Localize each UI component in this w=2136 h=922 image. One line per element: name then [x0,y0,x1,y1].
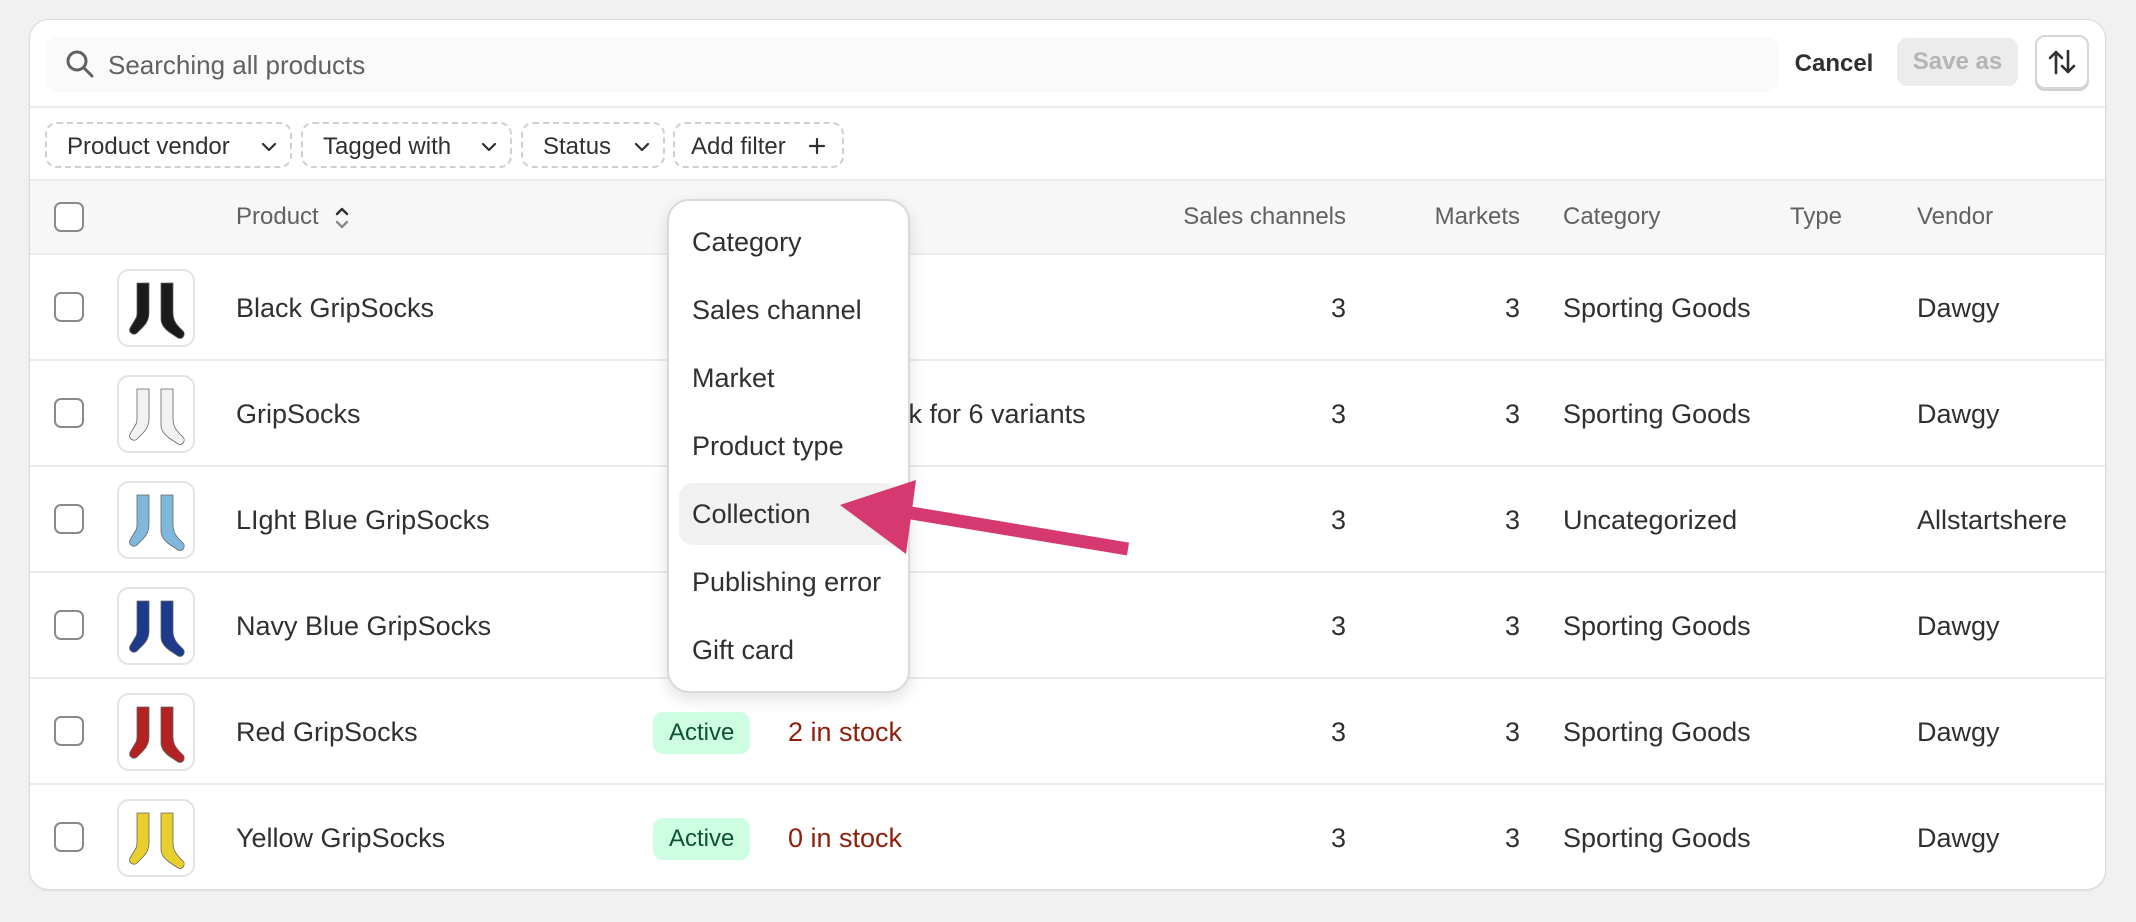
markets-count: 3 [1504,505,1520,535]
category-text: Sporting Goods [1563,717,1751,747]
product-name[interactable]: LIght Blue GripSocks [236,467,490,573]
sock-icon [129,600,185,657]
filter-status[interactable]: Status [521,122,665,168]
table-row[interactable]: Red GripSocks Active 2 in stock 3 3 Sporting … [30,679,2105,785]
filter-bar: Product vendor Tagged with Status Add fi… [30,108,2105,181]
row-checkbox[interactable] [54,504,84,534]
markets-count: 3 [1504,717,1520,747]
menu-item-publishing-error[interactable]: Publishing error [679,551,900,613]
status-badge: Active [653,712,751,754]
sales-channels-count: 3 [1330,611,1346,641]
vendor-text: Dawgy [1917,293,2000,323]
search-input[interactable] [106,40,1770,90]
inventory-text: ock for 6 variants [880,399,1086,429]
inventory-text: 2 in stock [788,717,903,747]
markets-count: 3 [1504,293,1520,323]
sales-channels-count: 3 [1330,823,1346,853]
vendor-text: Dawgy [1917,399,2000,429]
sock-icon [129,494,185,551]
chevron-down-icon [261,142,277,152]
product-name[interactable]: Black GripSocks [236,255,434,361]
table-row[interactable]: Navy Blue GripSocksck33Sporting GoodsDaw… [30,573,2105,679]
filter-label: Tagged with [323,133,452,160]
sort-arrows-icon [2048,49,2076,75]
column-header-vendor[interactable]: Vendor [1917,181,1993,253]
row-checkbox[interactable] [54,822,84,852]
sock-icon [129,706,185,763]
category-text: Sporting Goods [1563,293,1751,323]
category-text: Sporting Goods [1563,611,1751,641]
select-all-checkbox[interactable] [54,202,84,232]
search-icon [66,50,94,78]
product-thumbnail [117,481,195,559]
product-thumbnail [117,375,195,453]
row-checkbox[interactable] [54,610,84,640]
cancel-button[interactable]: Cancel [1784,44,1884,84]
product-thumbnail [117,587,195,665]
filter-product-vendor[interactable]: Product vendor [45,122,292,168]
product-thumbnail [117,799,195,877]
chevron-down-icon [634,142,650,152]
markets-count: 3 [1504,399,1520,429]
save-as-button[interactable]: Save as [1897,38,2018,86]
column-header-markets[interactable]: Markets [1380,181,1520,253]
product-thumbnail [117,693,195,771]
search-bar: Cancel Save as [30,20,2105,108]
markets-count: 3 [1504,611,1520,641]
products-card: Cancel Save as Product vendor Tagged wit… [29,19,2106,890]
menu-item-product-type[interactable]: Product type [679,415,900,477]
category-text: Uncategorized [1563,505,1738,535]
row-checkbox[interactable] [54,398,84,428]
markets-count: 3 [1504,823,1520,853]
plus-icon [808,137,826,155]
sort-button[interactable] [2035,35,2089,89]
product-name[interactable]: Red GripSocks [236,679,418,785]
add-filter-button[interactable]: Add filter [673,122,844,168]
product-name[interactable]: GripSocks [236,361,361,467]
column-header-sales-channels[interactable]: Sales channels [1130,181,1346,253]
filter-label: Add filter [691,133,786,160]
menu-item-gift-card[interactable]: Gift card [679,619,900,681]
product-name[interactable]: Yellow GripSocks [236,785,445,889]
vendor-text: Allstartshere [1917,505,2068,535]
product-thumbnail [117,269,195,347]
row-checkbox[interactable] [54,292,84,322]
sock-icon [129,282,185,339]
table-row[interactable]: GripSocks ock for 6 variants 3 3 Sporting Go… [30,361,2105,467]
vendor-text: Dawgy [1917,717,2000,747]
sort-updown-icon [336,207,349,228]
menu-item-collection[interactable]: Collection [679,483,900,545]
sock-icon [129,388,185,445]
category-text: Sporting Goods [1563,399,1751,429]
menu-item-market[interactable]: Market [679,347,900,409]
filter-tagged-with[interactable]: Tagged with [301,122,512,168]
row-checkbox[interactable] [54,716,84,746]
status-badge: Active [653,818,751,860]
sales-channels-count: 3 [1330,293,1346,323]
table-row[interactable]: Black GripSocksck33Sporting GoodsDawgy [30,255,2105,361]
table-row[interactable]: LIght Blue GripSocks 3 3 Uncategorized Allst… [30,467,2105,573]
filter-label: Product vendor [67,133,230,160]
menu-item-category[interactable]: Category [679,211,900,273]
table-header: Product ry Sales channels Markets Catego… [30,181,2105,255]
sales-channels-count: 3 [1330,399,1346,429]
vendor-text: Dawgy [1917,611,2000,641]
chevron-down-icon [481,142,497,152]
menu-item-sales-channel[interactable]: Sales channel [679,279,900,341]
filter-label: Status [543,133,612,160]
inventory-text: 0 in stock [788,823,903,853]
sock-icon [129,812,185,869]
category-text: Sporting Goods [1563,823,1751,853]
filter-dropdown-menu: Category Sales channel Market Product ty… [667,199,910,693]
column-header-category[interactable]: Category [1563,181,1660,253]
column-header-type[interactable]: Type [1790,181,1842,253]
table-row[interactable]: Yellow GripSocks Active 0 in stock 3 3 Sporti… [30,785,2105,889]
vendor-text: Dawgy [1917,823,2000,853]
sales-channels-count: 3 [1330,717,1346,747]
column-header-product[interactable]: Product [236,181,351,253]
sales-channels-count: 3 [1330,505,1346,535]
product-name[interactable]: Navy Blue GripSocks [236,573,491,679]
